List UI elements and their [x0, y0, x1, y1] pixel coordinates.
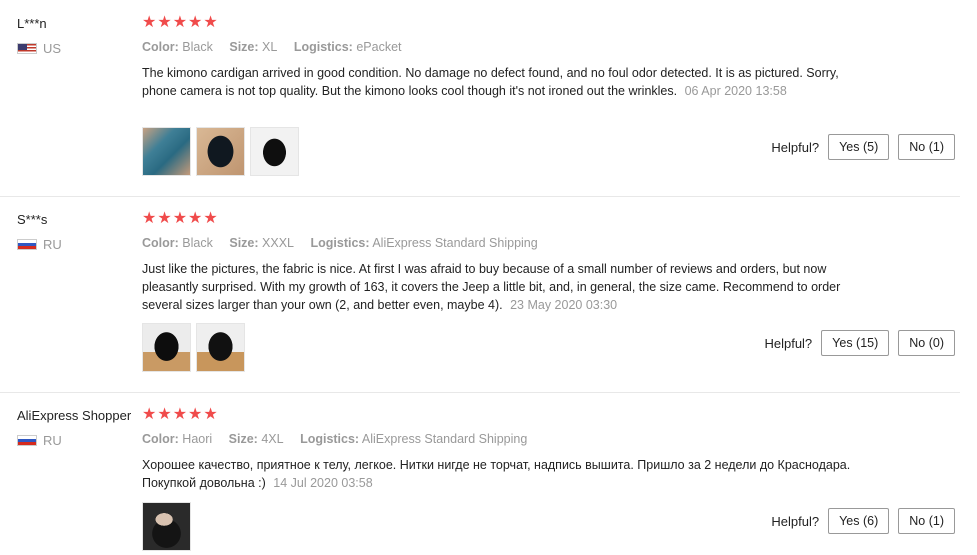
review-photo[interactable]	[196, 323, 245, 372]
color-value: Black	[182, 40, 213, 54]
reviewer-name: S***s	[17, 212, 48, 227]
logistics-label: Logistics:	[293, 40, 353, 54]
review-body: Хорошее качество, приятное к телу, легко…	[142, 458, 851, 490]
helpful-label: Helpful?	[771, 139, 820, 155]
star-icon: ★	[172, 14, 188, 31]
color-value: Black	[182, 236, 213, 250]
star-icon: ★	[188, 14, 203, 31]
review-1: L***n US ★ ★ ★ ★ ★ Color: Black Size: XL…	[0, 0, 977, 196]
review-photo[interactable]	[142, 323, 191, 372]
review-photo[interactable]	[142, 127, 191, 176]
order-attributes: Color: Black Size: XXXL Logistics: AliEx…	[142, 236, 551, 250]
review-date: 14 Jul 2020 03:58	[273, 476, 373, 490]
ru-flag-icon	[17, 435, 37, 446]
helpful-no-button[interactable]: No (0)	[898, 330, 955, 356]
star-icon: ★	[172, 406, 188, 423]
star-icon: ★	[188, 406, 203, 423]
star-icon: ★	[157, 14, 172, 31]
country-code: US	[43, 41, 62, 56]
helpful-controls: Helpful? Yes (15) No (0)	[764, 330, 955, 356]
helpful-no-button[interactable]: No (1)	[898, 508, 955, 534]
logistics-value: AliExpress Standard Shipping	[372, 236, 538, 250]
logistics-value: AliExpress Standard Shipping	[361, 432, 528, 446]
star-icon: ★	[157, 210, 172, 227]
star-icon: ★	[172, 210, 188, 227]
review-date: 23 May 2020 03:30	[510, 298, 618, 312]
reviewer-name: AliExpress Shopper	[17, 408, 132, 423]
review-body: Just like the pictures, the fabric is ni…	[142, 262, 841, 312]
star-rating: ★ ★ ★ ★ ★	[142, 407, 218, 423]
reviewer-name: L***n	[17, 16, 47, 31]
star-rating: ★ ★ ★ ★ ★	[142, 15, 218, 31]
logistics-label: Logistics:	[300, 432, 360, 446]
star-icon: ★	[203, 210, 218, 227]
country-code: RU	[43, 237, 62, 252]
review-photo[interactable]	[142, 502, 191, 551]
review-photos	[142, 323, 245, 372]
star-icon: ★	[188, 210, 203, 227]
helpful-controls: Helpful? Yes (6) No (1)	[771, 508, 955, 534]
star-icon: ★	[157, 406, 172, 423]
order-attributes: Color: Haori Size: 4XL Logistics: AliExp…	[142, 432, 540, 446]
helpful-yes-button[interactable]: Yes (6)	[828, 508, 890, 534]
review-photo[interactable]	[196, 127, 245, 176]
color-label: Color:	[142, 432, 179, 446]
review-3: AliExpress Shopper RU ★ ★ ★ ★ ★ Color: H…	[0, 392, 977, 555]
review-date: 06 Apr 2020 13:58	[684, 84, 787, 98]
review-photos	[142, 127, 299, 176]
country-code: RU	[43, 433, 62, 448]
size-value: XXXL	[262, 236, 294, 250]
star-icon: ★	[142, 14, 157, 31]
size-value: 4XL	[261, 432, 284, 446]
review-text: The kimono cardigan arrived in good cond…	[142, 64, 862, 100]
star-rating: ★ ★ ★ ★ ★	[142, 211, 218, 227]
helpful-label: Helpful?	[764, 335, 813, 351]
review-text: Just like the pictures, the fabric is ni…	[142, 260, 862, 314]
size-label: Size:	[228, 432, 258, 446]
reviewer-country: RU	[17, 433, 62, 448]
order-attributes: Color: Black Size: XL Logistics: ePacket	[142, 40, 415, 54]
color-label: Color:	[142, 236, 179, 250]
star-icon: ★	[142, 210, 157, 227]
us-flag-icon	[17, 43, 37, 54]
reviewer-country: US	[17, 41, 61, 56]
review-photos	[142, 502, 191, 551]
helpful-yes-button[interactable]: Yes (5)	[828, 134, 890, 160]
size-label: Size:	[229, 236, 259, 250]
review-2: S***s RU ★ ★ ★ ★ ★ Color: Black Size: XX…	[0, 196, 977, 392]
star-icon: ★	[203, 406, 218, 423]
helpful-yes-button[interactable]: Yes (15)	[821, 330, 890, 356]
reviewer-country: RU	[17, 237, 62, 252]
review-text: Хорошее качество, приятное к телу, легко…	[142, 456, 862, 492]
star-icon: ★	[203, 14, 218, 31]
color-label: Color:	[142, 40, 179, 54]
color-value: Haori	[182, 432, 213, 446]
helpful-no-button[interactable]: No (1)	[898, 134, 955, 160]
logistics-value: ePacket	[356, 40, 402, 54]
size-label: Size:	[229, 40, 259, 54]
ru-flag-icon	[17, 239, 37, 250]
star-icon: ★	[142, 406, 157, 423]
helpful-controls: Helpful? Yes (5) No (1)	[771, 134, 955, 160]
logistics-label: Logistics:	[310, 236, 370, 250]
helpful-label: Helpful?	[771, 513, 820, 529]
size-value: XL	[262, 40, 278, 54]
review-photo[interactable]	[250, 127, 299, 176]
